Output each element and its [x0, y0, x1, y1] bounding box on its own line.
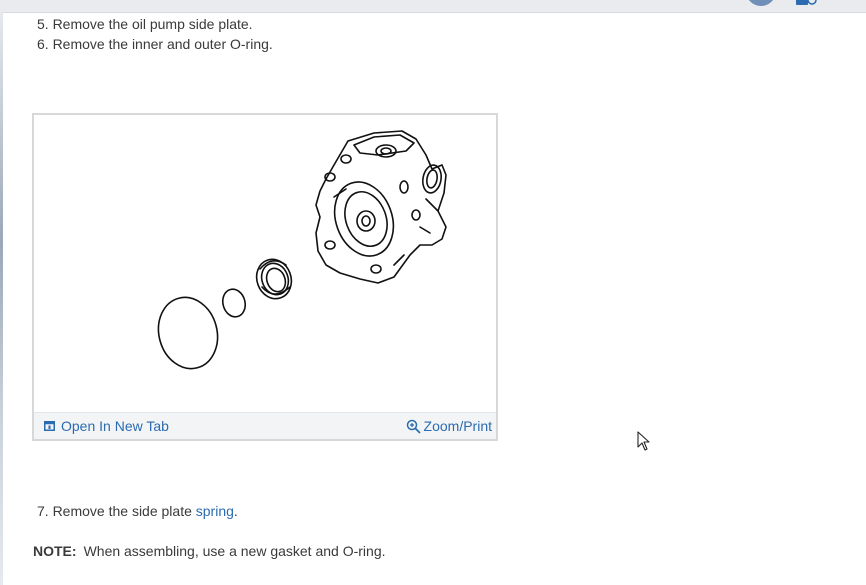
open-in-new-tab-link[interactable]: Open In New Tab	[44, 418, 169, 434]
figure-footer: Open In New Tab Zoom/Print	[34, 412, 496, 439]
user-avatar[interactable]	[746, 0, 776, 6]
open-in-new-tab-label: Open In New Tab	[61, 418, 169, 434]
notification-icon[interactable]	[796, 0, 818, 6]
step-5-text: 5. Remove the oil pump side plate.	[37, 16, 253, 32]
zoom-print-label: Zoom/Print	[423, 418, 492, 434]
oil-pump-illustration	[157, 130, 447, 370]
left-edge-shadow	[0, 12, 3, 585]
top-toolbar	[0, 0, 866, 13]
step-6-text: 6. Remove the inner and outer O-ring.	[37, 36, 273, 52]
zoom-in-icon	[406, 419, 420, 433]
step-7-text: 7. Remove the side plate	[37, 503, 196, 519]
note-label: NOTE:	[33, 543, 77, 559]
step-7-end: .	[233, 503, 238, 519]
figure-panel: Open In New Tab Zoom/Print	[32, 113, 498, 441]
spring-link[interactable]: spring	[196, 503, 234, 519]
note-text: When assembling, use a new gasket and O-…	[83, 543, 386, 559]
zoom-print-link[interactable]: Zoom/Print	[406, 418, 492, 434]
note: NOTE: When assembling, use a new gasket a…	[33, 543, 386, 559]
open-new-tab-icon	[44, 421, 55, 431]
step-7: 7. Remove the side plate spring.	[37, 503, 238, 519]
mouse-pointer-icon	[637, 431, 650, 451]
